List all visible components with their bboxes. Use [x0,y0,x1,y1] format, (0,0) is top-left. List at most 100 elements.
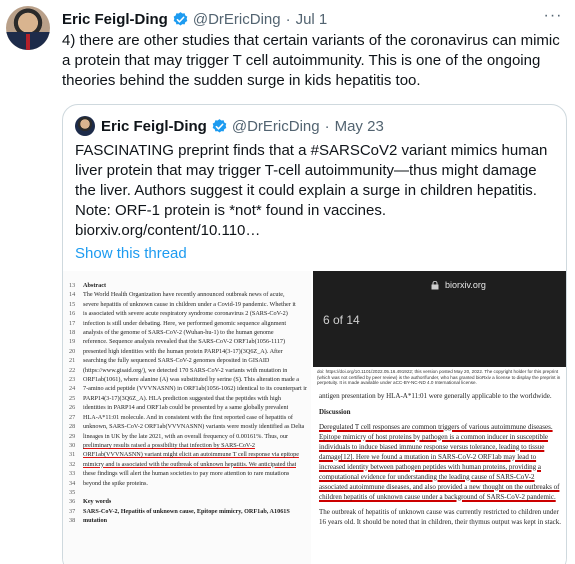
line-text: ORF1ab(VVVNASNN) variant might elicit an… [83,451,299,459]
line-text: Key words [83,498,112,506]
line-number: 23 [69,376,76,384]
verified-badge-icon [212,118,227,133]
line-number: 15 [69,300,76,308]
line-number: 27 [69,413,76,421]
line-number: 32 [69,460,76,468]
abstract-line: 31 ORF1ab(VVVNASNN) variant might elicit … [69,450,307,459]
quoted-author-avatar [75,116,95,136]
abstract-line: 28 unknown, SARS-CoV-2 ORF1ab(VVVNASNN) v… [69,422,307,431]
paper-paragraph: The outbreak of hepatitis of unknown cau… [319,508,562,526]
line-text: Abstract [83,282,107,289]
line-text: mutation [83,517,108,525]
line-text: 7-amino acid peptide (VVVNASNN) in ORF1a… [83,385,307,393]
line-number: 16 [69,310,76,318]
tweet-date[interactable]: Jul 1 [296,11,328,28]
quoted-media[interactable]: 13 Abstract 14 The World Health Organizatio… [63,271,566,564]
quoted-tweet-date: May 23 [334,117,384,135]
abstract-line: 34 beyond the spike proteins. [69,479,307,488]
line-number: 14 [69,291,76,299]
abstract-line: 32 mimicry and is associated with the out… [69,460,307,469]
abstract-line: 23 ORF1ab(1061), where alanine (A) was su… [69,375,307,384]
line-number: 35 [69,488,76,496]
line-number: 26 [69,404,76,412]
abstract-line: 21 searching the fully sequenced SARS-CoV… [69,356,307,365]
paper-abstract-image[interactable]: 13 Abstract 14 The World Health Organizatio… [63,271,313,564]
abstract-line: 22 (https://www.gisaid.org/), we detected… [69,366,307,375]
abstract-line: 30 preliminary results raised a possibili… [69,441,307,450]
page-counter: 6 of 14 [323,313,360,327]
lock-icon [431,281,439,290]
abstract-line: 14 The World Health Organization have rec… [69,290,307,299]
line-number: 20 [69,347,76,355]
quoted-author-name: Eric Feigl-Ding [101,117,207,135]
line-number: 13 [69,282,76,289]
paper-paragraph: antigen presentation by HLA-A*11:01 were… [319,392,552,400]
abstract-line: 38 mutation [69,516,307,525]
line-text: searching the fully sequenced SARS-CoV-2… [83,357,270,365]
author-handle[interactable]: @DrEricDing [193,11,281,28]
biorxiv-screenshot-image[interactable]: biorxiv.org 6 of 14 doi: https://doi.org… [313,271,566,564]
line-text: lineages in UK by the late 2021, with an… [83,432,289,440]
paper-paragraph-highlighted: Deregulated T cell responses are common … [319,423,560,501]
line-number: 28 [69,423,76,431]
line-text: identities in PARP14 and ORF1ab could be… [83,404,289,412]
abstract-line: 13 Abstract [69,281,307,290]
show-thread-link[interactable]: Show this thread [75,245,187,262]
line-number: 25 [69,394,76,402]
line-text: PARP14(3-17)(3Q6Z_A). HLA prediction sug… [83,394,281,402]
tweet-text: 4) there are other studies that certain … [62,32,560,89]
line-number: 22 [69,366,76,374]
line-number: 19 [69,338,76,346]
line-text: is associated with severe acute respirat… [83,310,288,318]
author-name[interactable]: Eric Feigl-Ding [62,11,168,28]
abstract-line: 15 severe hepatitis of unknown cause in c… [69,300,307,309]
quoted-tweet-header: Eric Feigl-Ding @DrEricDing · May 23 [75,115,384,137]
line-number: 18 [69,329,76,337]
avatar-tie [26,34,30,50]
line-number: 31 [69,451,76,459]
line-number: 24 [69,385,76,393]
verified-badge-icon [173,11,188,26]
line-number: 21 [69,357,76,365]
abstract-line: 25 PARP14(3-17)(3Q6Z_A). HLA prediction s… [69,394,307,403]
line-text: severe hepatitis of unknown cause in chi… [83,300,296,308]
separator-dot: · [324,117,330,135]
line-text: these findings will alert the human soci… [83,470,290,478]
line-text: ORF1ab(1061), where alanine (A) was subs… [83,376,300,384]
line-text: The World Health Organization have recen… [83,291,285,299]
line-text: reference. Sequence analysis revealed th… [83,338,286,346]
abstract-line: 16 is associated with severe acute respir… [69,309,307,318]
tweet-header: Eric Feigl-Ding @DrEricDing · Jul 1 [62,8,327,30]
separator-dot: · [285,10,291,28]
copyright-notice: doi: https://doi.org/10.1101/2022.05.16.… [313,367,566,391]
quoted-tweet[interactable]: Eric Feigl-Ding @DrEricDing · May 23 FAS… [62,104,567,564]
line-text: mimicry and is associated with the outbr… [83,460,297,468]
line-text: preliminary results raised a possibility… [83,441,255,449]
abstract-line: 20 presented high identities with the hum… [69,347,307,356]
line-text: presented high identities with the human… [83,347,283,355]
abstract-line: 33 these findings will alert the human so… [69,469,307,478]
line-number: 33 [69,470,76,478]
abstract-line: 35 [69,488,307,497]
line-text: infection is still under debating. Here,… [83,319,287,327]
abstract-line: 19 reference. Sequence analysis revealed … [69,337,307,346]
line-number: 29 [69,432,76,440]
author-avatar[interactable] [6,6,50,50]
more-options-icon[interactable]: ··· [543,6,563,26]
line-number: 38 [69,517,76,525]
abstract-line: 18 analysis of the genome of SARS-CoV-2 (… [69,328,307,337]
line-text: SARS-CoV-2, Hepatitis of unknown cause, … [83,507,290,515]
abstract-line: 36 Key words [69,497,307,506]
paper-section-heading: Discussion [319,408,351,416]
abstract-line: 37 SARS-CoV-2, Hepatitis of unknown cause… [69,507,307,516]
line-number: 17 [69,319,76,327]
abstract-line: 29 lineages in UK by the late 2021, with … [69,432,307,441]
line-text: HLA-A*11:01 molecule. And in consistent … [83,413,293,421]
line-text: beyond the spike proteins. [83,479,148,487]
line-text: unknown, SARS-CoV-2 ORF1ab(VVVNASNN) var… [83,423,305,431]
line-text: (https://www.gisaid.org/), we detected 1… [83,366,288,374]
line-number: 34 [69,479,76,487]
quoted-tweet-text: FASCINATING preprint finds that a #SARSC… [75,142,548,239]
browser-url: biorxiv.org [445,280,486,290]
line-number: 30 [69,441,76,449]
